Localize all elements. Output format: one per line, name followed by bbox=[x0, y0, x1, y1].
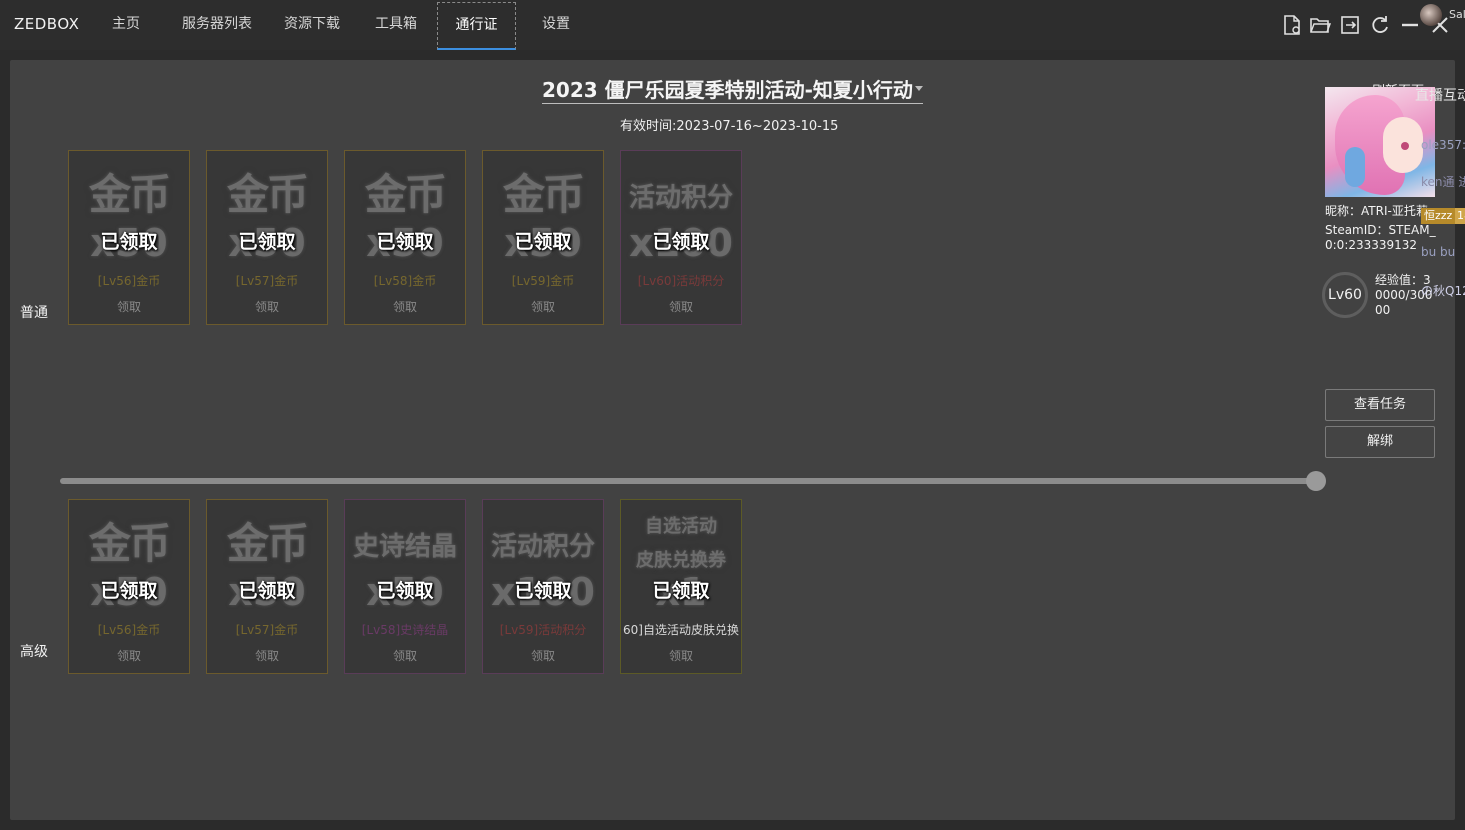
reward-card[interactable]: 金币 x50 已领取 [Lv56]金币 领取 bbox=[68, 499, 190, 674]
row-label-normal: 普通 bbox=[20, 305, 48, 321]
valid-time: 有效时间:2023-07-16~2023-10-15 bbox=[620, 119, 839, 134]
claim-button[interactable]: 领取 bbox=[621, 298, 741, 315]
claim-button[interactable]: 领取 bbox=[345, 298, 465, 315]
reward-name: 金币 bbox=[364, 170, 447, 219]
reward-card[interactable]: 金币 x50 已领取 [Lv59]金币 领取 bbox=[482, 150, 604, 325]
claimed-badge: 已领取 bbox=[652, 231, 710, 253]
reward-desc: [Lv58]史诗结晶 bbox=[361, 623, 449, 637]
claim-button[interactable]: 领取 bbox=[483, 647, 603, 664]
title-bar: ZEDBOX 主页 服务器列表 资源下载 工具箱 通行证 设置 Sal bbox=[0, 0, 1465, 50]
row-label-premium: 高级 bbox=[20, 644, 48, 660]
claim-button[interactable]: 领取 bbox=[69, 298, 189, 315]
level-ring: Lv60 bbox=[1322, 272, 1368, 318]
reward-desc: [Lv56]金币 bbox=[97, 274, 161, 288]
reward-name: 金币 bbox=[226, 519, 309, 568]
reward-desc: [Lv60]活动积分 bbox=[637, 274, 725, 288]
tab-server-list[interactable]: 服务器列表 bbox=[172, 0, 262, 50]
reward-desc: [Lv57]金币 bbox=[235, 274, 299, 288]
tab-pass[interactable]: 通行证 bbox=[437, 2, 516, 50]
chevron-down-icon bbox=[915, 86, 923, 91]
level-text: Lv60 bbox=[1328, 287, 1362, 303]
reward-desc: [Lv58]金币 bbox=[373, 274, 437, 288]
user-name-mini: Sal bbox=[1449, 8, 1465, 21]
reward-desc: [Lv59]金币 bbox=[511, 274, 575, 288]
reward-desc: [Lv59]活动积分 bbox=[499, 623, 587, 637]
reward-name: 金币 bbox=[226, 170, 309, 219]
reward-name: 史诗结晶 bbox=[352, 532, 457, 562]
tab-home[interactable]: 主页 bbox=[102, 0, 150, 50]
reward-name: 金币 bbox=[502, 170, 585, 219]
live-message: bu bu bbox=[1421, 245, 1456, 259]
tab-downloads[interactable]: 资源下载 bbox=[276, 0, 348, 50]
reward-desc: [Lv57]金币 bbox=[235, 623, 299, 637]
live-overlay-title: 直播互动 bbox=[1415, 88, 1465, 104]
claim-button[interactable]: 领取 bbox=[207, 298, 327, 315]
claim-button[interactable]: 领取 bbox=[207, 647, 327, 664]
logout-icon[interactable] bbox=[1339, 14, 1361, 40]
pass-panel: 2023 僵尸乐园夏季特别活动-知夏小行动 有效时间:2023-07-16~20… bbox=[10, 60, 1455, 820]
tab-toolbox[interactable]: 工具箱 bbox=[364, 0, 428, 50]
event-select[interactable]: 2023 僵尸乐园夏季特别活动-知夏小行动 bbox=[542, 74, 923, 104]
claim-button[interactable]: 领取 bbox=[621, 647, 741, 664]
reward-card[interactable]: 金币 x50 已领取 [Lv58]金币 领取 bbox=[344, 150, 466, 325]
reward-name: 金币 bbox=[88, 519, 171, 568]
app-brand: ZEDBOX bbox=[14, 15, 80, 33]
claimed-badge: 已领取 bbox=[652, 580, 710, 602]
user-avatar-mini bbox=[1420, 4, 1442, 26]
claimed-badge: 已领取 bbox=[514, 580, 572, 602]
claimed-badge: 已领取 bbox=[100, 580, 158, 602]
level-slider-thumb[interactable] bbox=[1306, 471, 1326, 491]
refresh-icon[interactable] bbox=[1369, 14, 1391, 40]
tab-settings[interactable]: 设置 bbox=[530, 0, 582, 50]
claim-button[interactable]: 领取 bbox=[69, 647, 189, 664]
claimed-badge: 已领取 bbox=[376, 580, 434, 602]
reward-card[interactable]: 史诗结晶 x50 已领取 [Lv58]史诗结晶 领取 bbox=[344, 499, 466, 674]
claim-button[interactable]: 领取 bbox=[345, 647, 465, 664]
live-message: の秋Q12 bbox=[1421, 284, 1465, 298]
claimed-badge: 已领取 bbox=[514, 231, 572, 253]
claimed-badge: 已领取 bbox=[238, 580, 296, 602]
reward-card[interactable]: 金币 x50 已领取 [Lv56]金币 领取 bbox=[68, 150, 190, 325]
reward-desc: [Lv56]金币 bbox=[97, 623, 161, 637]
reward-card[interactable]: 活动积分 x100 已领取 [Lv60]活动积分 领取 bbox=[620, 150, 742, 325]
folder-open-icon[interactable] bbox=[1309, 14, 1331, 40]
live-fan-level: 18 bbox=[1455, 208, 1465, 224]
minimize-icon[interactable] bbox=[1399, 14, 1421, 40]
reward-name: 活动积分 bbox=[490, 532, 595, 562]
reward-name: 活动积分 bbox=[628, 183, 733, 213]
reward-name: 金币 bbox=[88, 170, 171, 219]
reward-name-line1: 自选活动 bbox=[645, 516, 717, 537]
reward-card[interactable]: 金币 x50 已领取 [Lv57]金币 领取 bbox=[206, 150, 328, 325]
claimed-badge: 已领取 bbox=[376, 231, 434, 253]
reward-card[interactable]: 自选活动 皮肤兑换券 x1 已领取 60]自选活动皮肤兑换 领取 bbox=[620, 499, 742, 674]
unbind-button[interactable]: 解绑 bbox=[1325, 426, 1435, 458]
event-title: 2023 僵尸乐园夏季特别活动-知夏小行动 bbox=[542, 78, 913, 102]
file-settings-icon[interactable] bbox=[1281, 14, 1303, 40]
view-tasks-button[interactable]: 查看任务 bbox=[1325, 389, 1435, 421]
reward-desc: 60]自选活动皮肤兑换 bbox=[623, 623, 739, 637]
reward-card[interactable]: 金币 x50 已领取 [Lv57]金币 领取 bbox=[206, 499, 328, 674]
claim-button[interactable]: 领取 bbox=[483, 298, 603, 315]
claimed-badge: 已领取 bbox=[238, 231, 296, 253]
live-fan-badge: 恒zzz bbox=[1421, 208, 1456, 224]
profile-nickname: 昵称：ATRI-亚托莉- bbox=[1325, 204, 1433, 218]
claimed-badge: 已领取 bbox=[100, 231, 158, 253]
live-message: ken通 进 bbox=[1421, 175, 1465, 189]
level-slider-track[interactable] bbox=[60, 478, 1316, 484]
reward-card[interactable]: 活动积分 x100 已领取 [Lv59]活动积分 领取 bbox=[482, 499, 604, 674]
reward-name-line2: 皮肤兑换券 bbox=[636, 550, 726, 571]
live-message: ole357: bbox=[1421, 138, 1465, 152]
